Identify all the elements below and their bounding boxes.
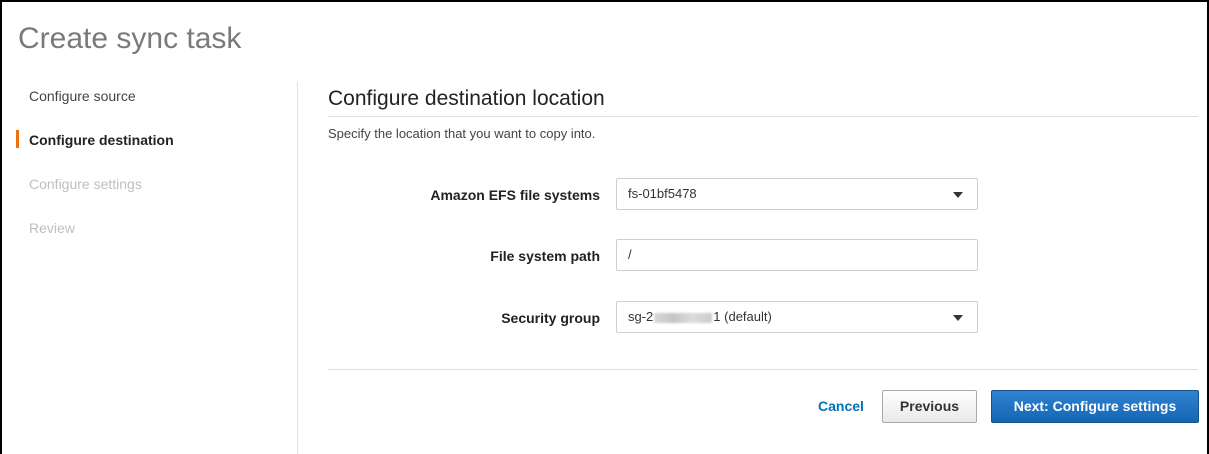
security-group-prefix: sg-2 (628, 309, 654, 324)
efs-file-system-select[interactable]: fs-01bf5478 (616, 178, 978, 210)
security-group-suffix: 1 (default) (713, 309, 772, 324)
previous-button[interactable]: Previous (882, 390, 977, 423)
security-group-select[interactable]: sg-2 1 (default) (616, 301, 978, 333)
step-review: Review (29, 220, 75, 236)
efs-row: Amazon EFS file systems fs-01bf5478 (328, 178, 1198, 212)
section-title: Configure destination location (328, 87, 605, 110)
efs-select-value: fs-01bf5478 (628, 186, 697, 201)
file-system-path-input[interactable] (628, 240, 977, 269)
caret-down-icon (953, 315, 963, 321)
footer-divider (328, 369, 1198, 370)
efs-label: Amazon EFS file systems (430, 187, 600, 203)
wizard-steps-nav: Configure source Configure destination C… (16, 84, 276, 260)
next-configure-settings-button[interactable]: Next: Configure settings (991, 390, 1199, 423)
security-group-row: Security group sg-2 1 (default) (328, 301, 1198, 335)
path-label: File system path (490, 248, 600, 264)
caret-down-icon (953, 192, 963, 198)
file-system-path-field[interactable] (616, 239, 978, 271)
redacted-id (654, 312, 713, 323)
section-description: Specify the location that you want to co… (328, 126, 596, 141)
destination-form: Configure destination location Specify t… (328, 84, 1198, 333)
vertical-divider (297, 82, 298, 454)
path-row: File system path (328, 239, 1198, 273)
section-divider (328, 116, 1198, 117)
page-title: Create sync task (18, 22, 242, 55)
cancel-button[interactable]: Cancel (818, 398, 864, 414)
step-configure-destination[interactable]: Configure destination (16, 128, 276, 172)
step-configure-source[interactable]: Configure source (16, 84, 276, 128)
step-configure-settings: Configure settings (29, 176, 142, 192)
security-group-label: Security group (501, 310, 600, 326)
